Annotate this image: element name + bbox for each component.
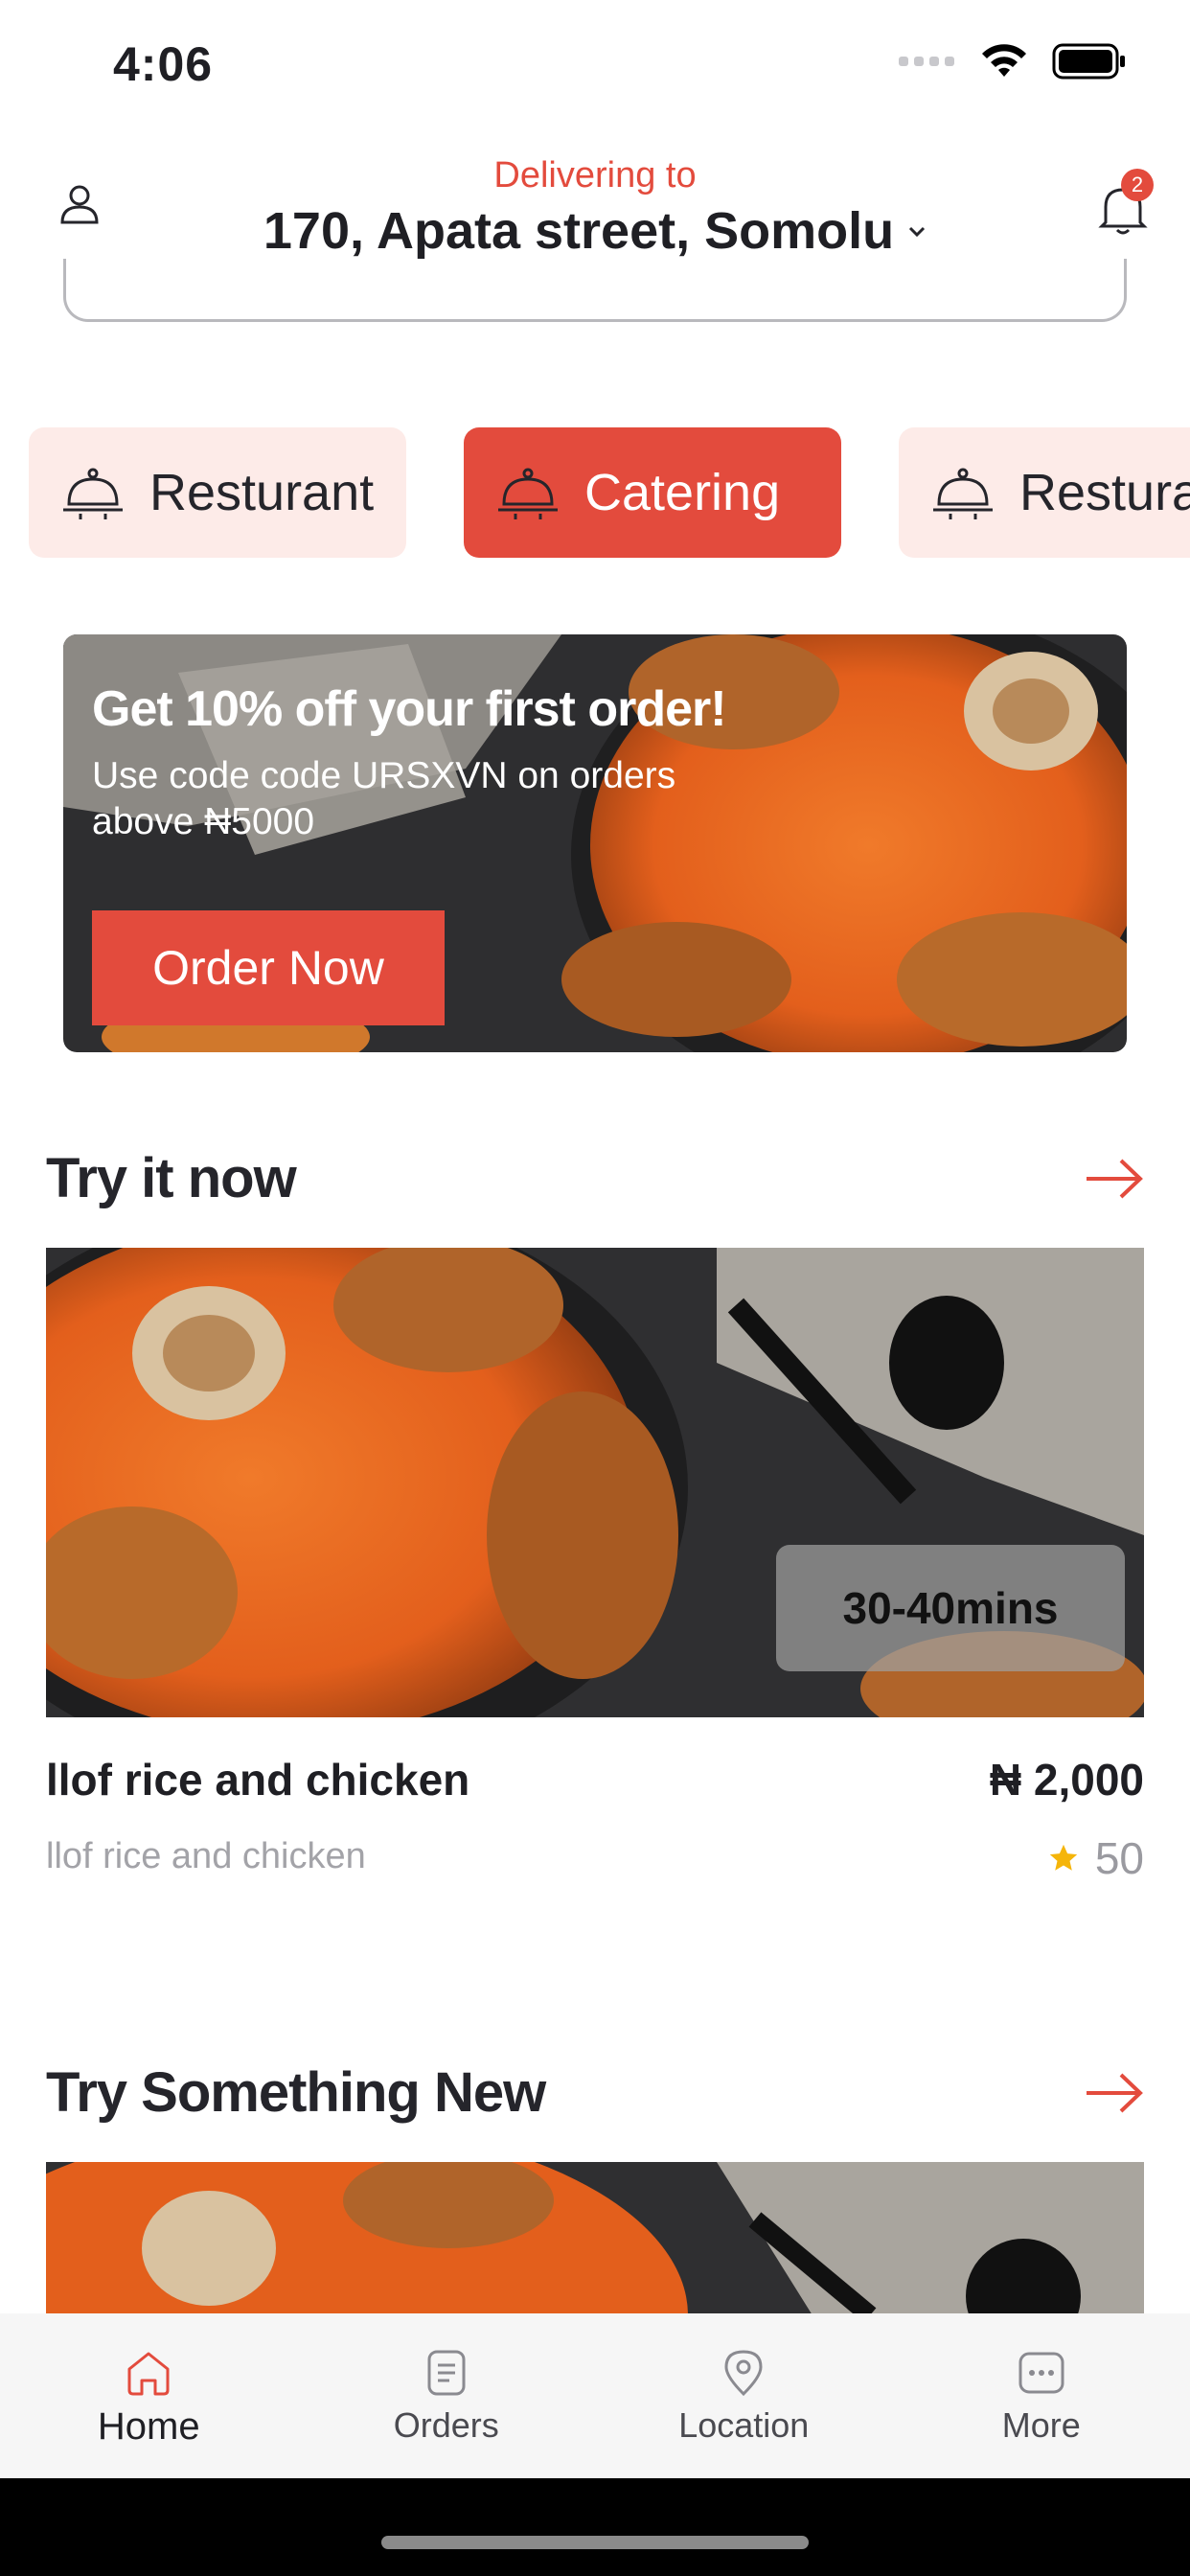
category-chip-resturant[interactable]: Resturant bbox=[29, 427, 406, 558]
signal-icon bbox=[899, 57, 954, 66]
section-title: Try Something New bbox=[46, 2061, 546, 2124]
notifications-button[interactable]: 2 bbox=[1096, 169, 1154, 238]
try-it-now-header: Try it now bbox=[46, 1146, 1144, 1210]
delivery-time-badge: 30-40mins bbox=[776, 1545, 1125, 1671]
nav-label: More bbox=[1001, 2405, 1081, 2445]
item-rating: 50 bbox=[1047, 1832, 1144, 1884]
nav-more[interactable]: More bbox=[893, 2313, 1190, 2478]
more-icon bbox=[1018, 2352, 1064, 2394]
home-indicator[interactable] bbox=[381, 2536, 809, 2549]
arrow-right-icon[interactable] bbox=[1085, 1157, 1144, 1201]
item-name: llof rice and chicken bbox=[46, 1755, 470, 1805]
try-something-new-header: Try Something New bbox=[46, 2060, 1144, 2125]
nav-location[interactable]: Location bbox=[595, 2313, 893, 2478]
category-scroller[interactable]: Resturant Catering Resturant bbox=[0, 427, 1190, 558]
category-label: Catering bbox=[584, 464, 781, 521]
nav-label: Location bbox=[678, 2405, 810, 2445]
status-bar: 4:06 bbox=[0, 0, 1190, 134]
notification-badge: 2 bbox=[1121, 169, 1154, 201]
item-description: llof rice and chicken bbox=[46, 1836, 366, 1876]
nav-label: Home bbox=[97, 2405, 200, 2448]
chevron-down-icon bbox=[909, 226, 926, 238]
nav-home[interactable]: Home bbox=[0, 2313, 298, 2478]
category-label: Resturant bbox=[149, 464, 375, 521]
bottom-nav: Home Orders Location More bbox=[0, 2313, 1190, 2478]
category-chip-resturant-2[interactable]: Resturant bbox=[899, 427, 1190, 558]
status-icons bbox=[899, 42, 1127, 80]
app-header: Delivering to 170, Apata street, Somolu … bbox=[0, 144, 1190, 268]
address-selector[interactable]: 170, Apata street, Somolu bbox=[0, 201, 1190, 261]
battery-icon bbox=[1052, 43, 1125, 80]
order-now-button[interactable]: Order Now bbox=[92, 910, 445, 1025]
new-item-card[interactable] bbox=[46, 2162, 1144, 2315]
food-photo bbox=[46, 2162, 1144, 2315]
delivering-label: Delivering to bbox=[493, 155, 697, 196]
promo-subtitle: Use code code URSXVN on orders above ₦50… bbox=[92, 755, 676, 842]
cloche-icon bbox=[498, 468, 558, 519]
delivery-address: 170, Apata street, Somolu bbox=[263, 202, 895, 260]
item-price: ₦ 2,000 bbox=[989, 1755, 1144, 1805]
status-time: 4:06 bbox=[113, 37, 214, 91]
rating-value: 50 bbox=[1094, 1833, 1144, 1883]
promo-banner[interactable]: Get 10% off your first order! Use code c… bbox=[63, 634, 1127, 1052]
cloche-icon bbox=[933, 468, 993, 519]
featured-item-card[interactable]: 30-40mins bbox=[46, 1248, 1144, 1717]
category-label: Resturant bbox=[1019, 464, 1190, 521]
system-home-bar bbox=[0, 2478, 1190, 2576]
wifi-icon bbox=[982, 44, 1026, 77]
nav-orders[interactable]: Orders bbox=[298, 2313, 596, 2478]
star-icon bbox=[1049, 1844, 1077, 1871]
category-chip-catering[interactable]: Catering bbox=[464, 427, 841, 558]
cloche-icon bbox=[63, 468, 123, 519]
nav-label: Orders bbox=[393, 2405, 499, 2445]
home-icon bbox=[127, 2352, 170, 2396]
promo-title: Get 10% off your first order! bbox=[92, 681, 727, 737]
arrow-right-icon[interactable] bbox=[1085, 2071, 1144, 2115]
location-icon bbox=[724, 2350, 763, 2397]
search-box[interactable] bbox=[63, 259, 1127, 322]
orders-icon bbox=[427, 2350, 466, 2396]
section-title: Try it now bbox=[46, 1147, 297, 1209]
